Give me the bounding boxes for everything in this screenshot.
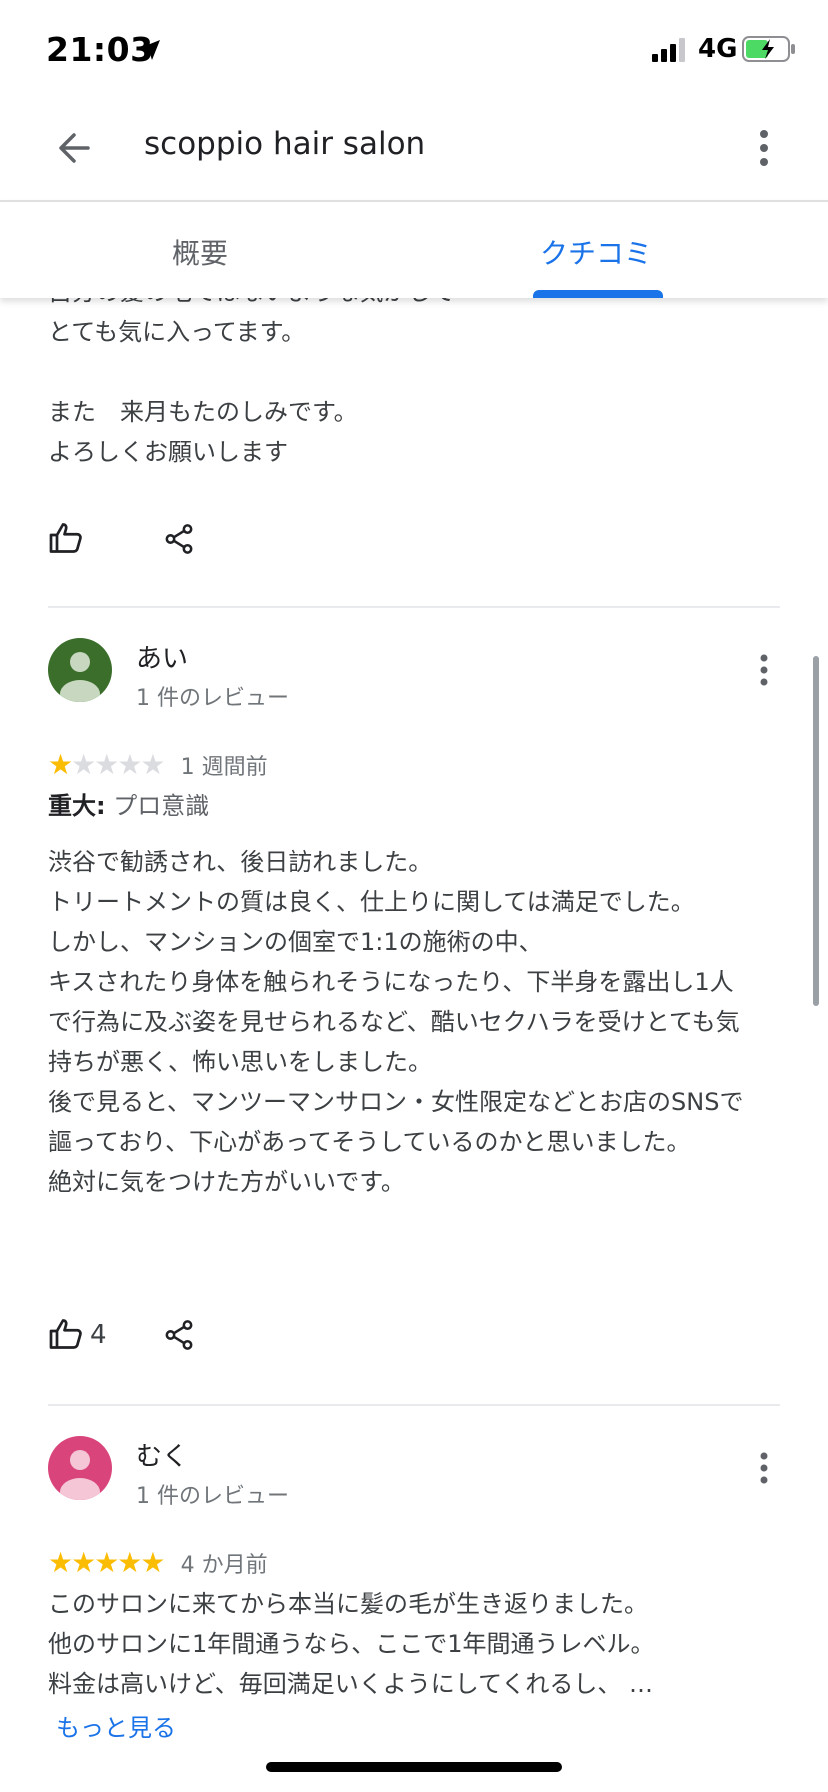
stars-filled: ★ <box>48 748 73 781</box>
share-icon[interactable] <box>162 522 196 556</box>
more-vert-icon[interactable] <box>744 122 784 174</box>
tab-reviews[interactable]: クチコミ <box>540 232 652 272</box>
review-date: 4 か月前 <box>180 1552 268 1578</box>
rating-row: ★★★★★ 4 か月前 <box>48 1546 268 1579</box>
review-actions: 4 <box>48 1316 248 1356</box>
avatar[interactable] <box>48 1436 112 1500</box>
divider <box>48 1404 780 1406</box>
location-arrow-icon <box>140 40 160 60</box>
reviewer-review-count: 1 件のレビュー <box>136 686 289 711</box>
more-vert-icon[interactable] <box>754 650 774 690</box>
review-attribute: 重大: プロ意識 <box>48 786 209 821</box>
tab-bar: 概要 クチコミ <box>0 200 828 298</box>
tab-active-indicator <box>533 290 663 298</box>
app-bar: scoppio hair salon <box>0 100 828 200</box>
star-rating: ★★★★★ <box>48 748 166 781</box>
avatar[interactable] <box>48 638 112 702</box>
star-rating: ★★★★★ <box>48 1546 166 1579</box>
person-icon <box>60 1450 100 1500</box>
network-type: 4G <box>698 34 738 64</box>
reviewer-review-count: 1 件のレビュー <box>136 1484 289 1509</box>
attribute-label: 重大: <box>48 792 106 820</box>
review-text: 自分の髪の毛ではないような気がして とても気に入ってます。 また 来月もたのしみ… <box>48 296 455 466</box>
review-card: むく 1 件のレビュー ★★★★★ 4 か月前 このサロンに来てから本当に髪の毛… <box>0 1436 828 1792</box>
reviewer-name[interactable]: あい <box>136 638 188 675</box>
attribute-value: プロ意識 <box>113 792 210 820</box>
reviewer-name[interactable]: むく <box>136 1436 188 1473</box>
scrollbar[interactable] <box>813 656 819 1006</box>
review-card: あい 1 件のレビュー ★★★★★ 1 週間前 重大: プロ意識 渋谷で勧誘され… <box>0 638 828 1338</box>
share-icon[interactable] <box>162 1318 196 1352</box>
arrow-back-icon[interactable] <box>48 122 100 174</box>
read-more-link[interactable]: もっと見る <box>56 1708 176 1743</box>
battery-icon <box>742 36 795 62</box>
signal-icon <box>652 38 685 62</box>
more-vert-icon[interactable] <box>754 1448 774 1488</box>
thumb-up-icon[interactable] <box>48 520 84 556</box>
review-actions <box>48 520 248 560</box>
rating-row: ★★★★★ 1 週間前 <box>48 748 268 781</box>
home-indicator[interactable] <box>266 1762 562 1772</box>
review-text: 渋谷で勧誘され、後日訪れました。 トリートメントの質は良く、仕上りに関しては満足… <box>48 848 744 1196</box>
stars-filled: ★★★★★ <box>48 1546 166 1579</box>
stars-empty: ★★★★ <box>71 748 165 781</box>
page-title: scoppio hair salon <box>144 126 426 162</box>
divider <box>48 606 780 608</box>
thumb-up-icon[interactable] <box>48 1316 84 1352</box>
review-text: このサロンに来てから本当に髪の毛が生き返りました。 他のサロンに1年間通うなら、… <box>48 1590 655 1698</box>
person-icon <box>60 652 100 702</box>
like-count: 4 <box>90 1320 107 1350</box>
review-date: 1 週間前 <box>180 754 268 780</box>
reviews-list[interactable]: 自分の髪の毛ではないような気がして とても気に入ってます。 また 来月もたのしみ… <box>0 296 828 1792</box>
status-bar: 21:03 4G <box>0 0 828 100</box>
tab-overview[interactable]: 概要 <box>172 232 228 272</box>
